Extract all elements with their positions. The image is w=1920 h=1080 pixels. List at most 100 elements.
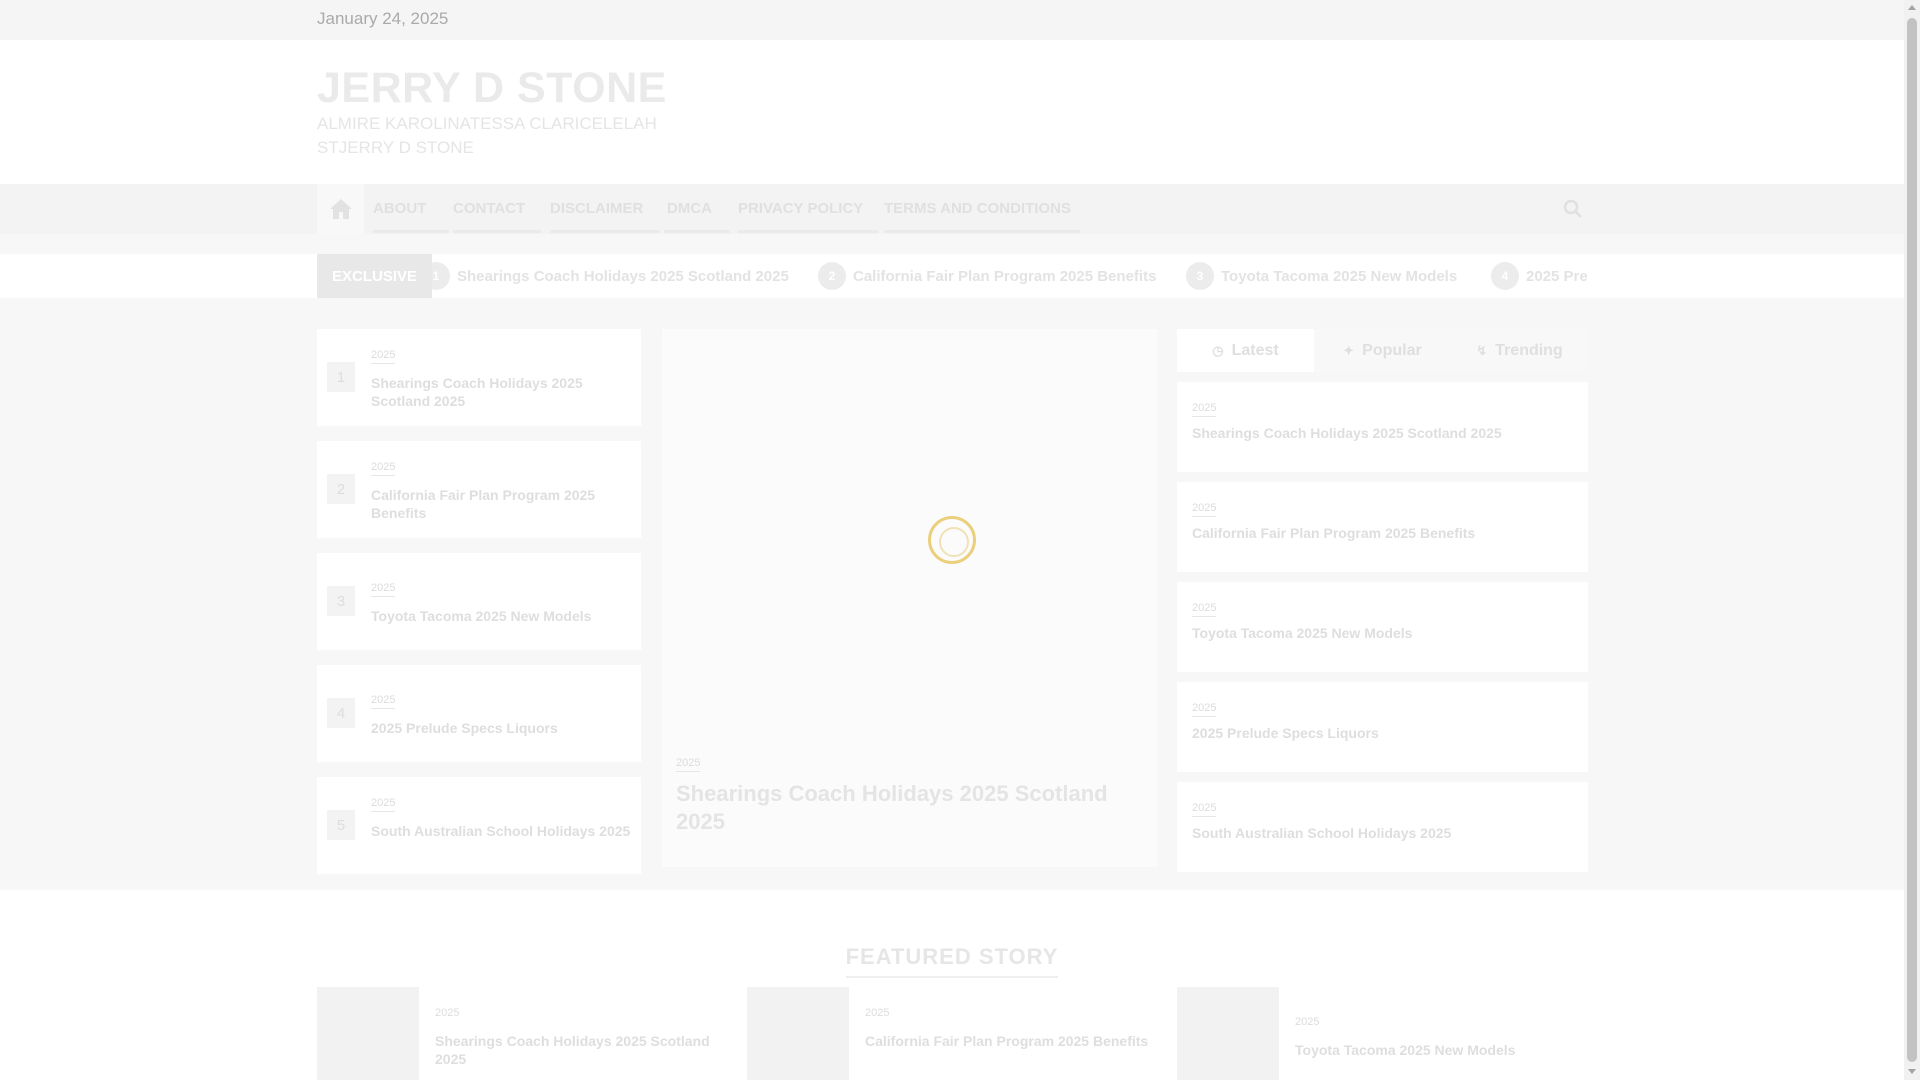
rank-badge: 2 xyxy=(327,474,355,504)
bolt-icon: ↯ xyxy=(1476,342,1488,358)
nav-underline xyxy=(373,230,449,233)
category-link[interactable]: 2025 xyxy=(1295,1016,1319,1028)
category-link[interactable]: 2025 xyxy=(435,1007,459,1019)
category-link[interactable]: 2025 xyxy=(371,461,396,476)
tab-label: Trending xyxy=(1495,341,1563,359)
rank-badge: 5 xyxy=(327,810,355,840)
tab-label: Popular xyxy=(1362,341,1422,359)
tab-latest[interactable]: ◷ Latest xyxy=(1177,329,1314,372)
post-title[interactable]: Shearings Coach Holidays 2025 Scotland 2… xyxy=(371,374,631,410)
list-item[interactable]: 1 2025 Shearings Coach Holidays 2025 Sco… xyxy=(317,329,641,426)
ticker-viewport: 1 Shearings Coach Holidays 2025 Scotland… xyxy=(432,254,1588,298)
list-item[interactable]: 2025 California Fair Plan Program 2025 B… xyxy=(1177,482,1588,572)
loading-spinner-icon xyxy=(928,516,976,564)
top-bar: January 24, 2025 xyxy=(0,0,1904,40)
ticker-number: 3 xyxy=(1186,262,1214,290)
featured-heading: FEATURED STORY xyxy=(845,944,1059,969)
post-title[interactable]: California Fair Plan Program 2025 Benefi… xyxy=(1192,525,1577,541)
tab-label: Latest xyxy=(1231,341,1279,359)
featured-card[interactable]: 2025 Shearings Coach Holidays 2025 Scotl… xyxy=(317,987,728,1080)
rank-badge: 4 xyxy=(327,698,355,728)
scroll-down-icon[interactable] xyxy=(1908,1069,1916,1074)
category-link[interactable]: 2025 xyxy=(371,582,396,597)
main-nav: ABOUT CONTACT DISCLAIMER DMCA PRIVACY PO… xyxy=(0,184,1904,234)
rank-badge: 3 xyxy=(327,586,355,616)
current-date: January 24, 2025 xyxy=(317,9,449,28)
scrollbar-thumb[interactable] xyxy=(1907,18,1917,1062)
scroll-up-icon[interactable] xyxy=(1908,5,1916,10)
post-thumbnail[interactable] xyxy=(747,987,849,1080)
category-link[interactable]: 2025 xyxy=(371,694,396,709)
tab-popular[interactable]: ✦ Popular xyxy=(1314,329,1451,372)
list-item[interactable]: 4 2025 2025 Prelude Specs Liquors xyxy=(317,665,641,762)
ticker-number: 4 xyxy=(1491,262,1519,290)
nav-underline xyxy=(884,230,1080,233)
list-item[interactable]: 2 2025 California Fair Plan Program 2025… xyxy=(317,441,641,538)
post-thumbnail[interactable] xyxy=(317,987,419,1080)
list-item[interactable]: 3 2025 Toyota Tacoma 2025 New Models xyxy=(317,553,641,650)
ticker-item[interactable]: 1 Shearings Coach Holidays 2025 Scotland… xyxy=(432,254,789,298)
nav-item-terms[interactable]: TERMS AND CONDITIONS xyxy=(884,200,1071,217)
list-item[interactable]: 2025 Shearings Coach Holidays 2025 Scotl… xyxy=(1177,382,1588,472)
list-item[interactable]: 2025 2025 Prelude Specs Liquors xyxy=(1177,682,1588,772)
search-icon[interactable] xyxy=(1563,199,1583,219)
home-icon xyxy=(329,199,352,219)
ticker-item[interactable]: 3 Toyota Tacoma 2025 New Models xyxy=(1186,254,1457,298)
category-link[interactable]: 2025 xyxy=(1192,602,1217,617)
post-title[interactable]: South Australian School Holidays 2025 xyxy=(371,822,631,840)
ticker-number: 2 xyxy=(818,262,846,290)
ticker-title: Shearings Coach Holidays 2025 Scotland 2… xyxy=(457,267,789,285)
list-item[interactable]: 2025 South Australian School Holidays 20… xyxy=(1177,782,1588,872)
nav-item-about[interactable]: ABOUT xyxy=(373,200,426,217)
nav-item-dmca[interactable]: DMCA xyxy=(667,200,712,217)
category-link[interactable]: 2025 xyxy=(1192,402,1217,417)
nav-home[interactable] xyxy=(317,184,364,234)
featured-slider[interactable]: 2025 Shearings Coach Holidays 2025 Scotl… xyxy=(662,329,1157,867)
category-link[interactable]: 2025 xyxy=(371,349,396,364)
site-title[interactable]: JERRY D STONE xyxy=(317,64,667,113)
category-link[interactable]: 2025 xyxy=(676,757,701,772)
post-title[interactable]: 2025 Prelude Specs Liquors xyxy=(371,719,631,737)
rank-badge: 1 xyxy=(327,362,355,392)
ticker-number: 1 xyxy=(432,262,450,290)
ticker-item[interactable]: 4 2025 Prelude Specs Liquors xyxy=(1491,254,1588,298)
ticker-title: 2025 Prelude Specs Liquors xyxy=(1526,267,1588,285)
post-title[interactable]: Toyota Tacoma 2025 New Models xyxy=(371,607,631,625)
post-title[interactable]: 2025 Prelude Specs Liquors xyxy=(1192,725,1577,741)
site-tagline: ALMIRE KAROLINATESSA CLARICELELAH STJERR… xyxy=(317,114,657,157)
post-tabs: ◷ Latest ✦ Popular ↯ Trending xyxy=(1177,329,1588,372)
post-thumbnail[interactable] xyxy=(1177,987,1279,1080)
list-item[interactable]: 2025 Toyota Tacoma 2025 New Models xyxy=(1177,582,1588,672)
post-title[interactable]: Toyota Tacoma 2025 New Models xyxy=(1295,1041,1585,1059)
ticker-title: California Fair Plan Program 2025 Benefi… xyxy=(853,267,1157,285)
post-title[interactable]: South Australian School Holidays 2025 xyxy=(1192,825,1577,841)
post-title[interactable]: Shearings Coach Holidays 2025 Scotland 2… xyxy=(435,1032,725,1068)
page-scrollbar[interactable] xyxy=(1904,0,1920,1080)
category-link[interactable]: 2025 xyxy=(1192,802,1217,817)
site-header: JERRY D STONE ALMIRE KAROLINATESSA CLARI… xyxy=(0,40,1904,184)
heading-divider xyxy=(846,976,1058,978)
fire-icon: ✦ xyxy=(1343,342,1355,358)
nav-item-contact[interactable]: CONTACT xyxy=(453,200,525,217)
category-link[interactable]: 2025 xyxy=(371,797,396,812)
post-title[interactable]: Toyota Tacoma 2025 New Models xyxy=(1192,625,1577,641)
ticker-item[interactable]: 2 California Fair Plan Program 2025 Bene… xyxy=(818,254,1156,298)
nav-item-privacy-policy[interactable]: PRIVACY POLICY xyxy=(738,200,863,217)
featured-card[interactable]: 2025 Toyota Tacoma 2025 New Models xyxy=(1177,987,1588,1080)
category-link[interactable]: 2025 xyxy=(1192,502,1217,517)
featured-card[interactable]: 2025 California Fair Plan Program 2025 B… xyxy=(747,987,1158,1080)
clock-icon: ◷ xyxy=(1212,342,1224,358)
slider-title[interactable]: Shearings Coach Holidays 2025 Scotland 2… xyxy=(676,780,1146,836)
list-item[interactable]: 5 2025 South Australian School Holidays … xyxy=(317,777,641,874)
post-title[interactable]: Shearings Coach Holidays 2025 Scotland 2… xyxy=(1192,425,1577,441)
post-title[interactable]: California Fair Plan Program 2025 Benefi… xyxy=(865,1032,1155,1050)
category-link[interactable]: 2025 xyxy=(1192,702,1217,717)
category-link[interactable]: 2025 xyxy=(865,1007,889,1019)
exclusive-ticker: EXCLUSIVE 1 Shearings Coach Holidays 202… xyxy=(0,234,1904,298)
ticker-label: EXCLUSIVE xyxy=(317,254,432,298)
post-title[interactable]: California Fair Plan Program 2025 Benefi… xyxy=(371,486,631,522)
nav-item-disclaimer[interactable]: DISCLAIMER xyxy=(550,200,643,217)
tab-trending[interactable]: ↯ Trending xyxy=(1451,329,1588,372)
nav-underline xyxy=(664,230,730,233)
ticker-title: Toyota Tacoma 2025 New Models xyxy=(1221,267,1458,285)
